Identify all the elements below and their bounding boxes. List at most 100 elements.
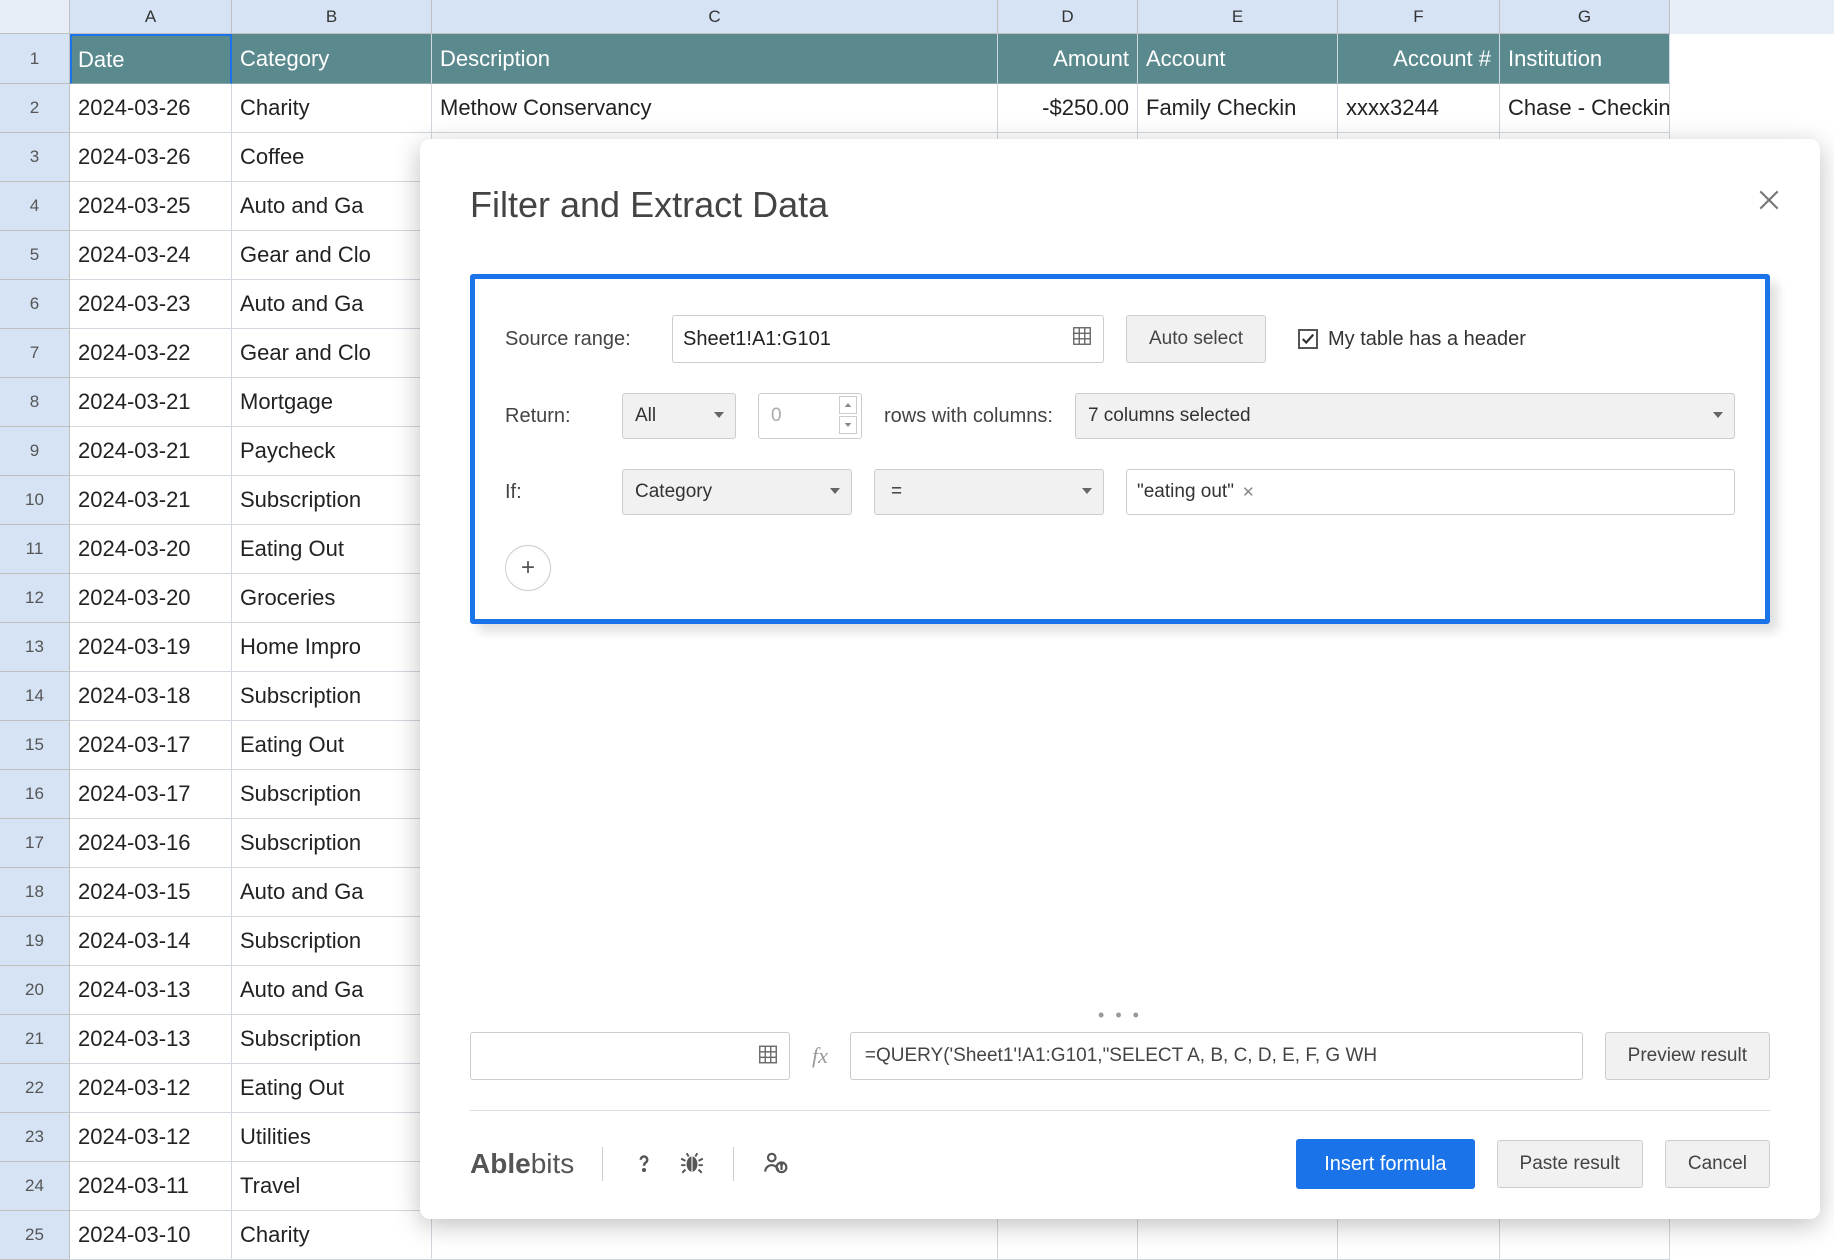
cell-B23[interactable]: Utilities bbox=[232, 1113, 432, 1162]
col-header-B[interactable]: B bbox=[232, 0, 432, 34]
cell-B18[interactable]: Auto and Ga bbox=[232, 868, 432, 917]
cell-B15[interactable]: Eating Out bbox=[232, 721, 432, 770]
spin-up-icon[interactable] bbox=[839, 396, 857, 414]
cell-D2[interactable]: -$250.00 bbox=[998, 84, 1138, 133]
cell-A25[interactable]: 2024-03-10 bbox=[70, 1211, 232, 1260]
row-header-19[interactable]: 19 bbox=[0, 917, 70, 966]
row-header-21[interactable]: 21 bbox=[0, 1015, 70, 1064]
cell-A1[interactable]: Date bbox=[70, 34, 232, 84]
cell-A6[interactable]: 2024-03-23 bbox=[70, 280, 232, 329]
cell-A11[interactable]: 2024-03-20 bbox=[70, 525, 232, 574]
select-range-icon[interactable] bbox=[1071, 325, 1093, 353]
cell-A15[interactable]: 2024-03-17 bbox=[70, 721, 232, 770]
cell-A16[interactable]: 2024-03-17 bbox=[70, 770, 232, 819]
row-header-15[interactable]: 15 bbox=[0, 721, 70, 770]
row-header-7[interactable]: 7 bbox=[0, 329, 70, 378]
cell-B9[interactable]: Paycheck bbox=[232, 427, 432, 476]
row-header-24[interactable]: 24 bbox=[0, 1162, 70, 1211]
cell-B2[interactable]: Charity bbox=[232, 84, 432, 133]
cell-A14[interactable]: 2024-03-18 bbox=[70, 672, 232, 721]
drag-handle-icon[interactable]: • • • bbox=[470, 985, 1770, 1026]
cell-A2[interactable]: 2024-03-26 bbox=[70, 84, 232, 133]
col-header-G[interactable]: G bbox=[1500, 0, 1670, 34]
row-header-10[interactable]: 10 bbox=[0, 476, 70, 525]
cell-A20[interactable]: 2024-03-13 bbox=[70, 966, 232, 1015]
spin-buttons[interactable] bbox=[839, 396, 857, 434]
close-icon[interactable] bbox=[1756, 187, 1782, 216]
row-header-20[interactable]: 20 bbox=[0, 966, 70, 1015]
cell-G2[interactable]: Chase - Checkin bbox=[1500, 84, 1670, 133]
cell-B22[interactable]: Eating Out bbox=[232, 1064, 432, 1113]
condition-value-input[interactable]: "eating out" ✕ bbox=[1126, 469, 1735, 515]
cell-A13[interactable]: 2024-03-19 bbox=[70, 623, 232, 672]
source-range-input[interactable]: Sheet1!A1:G101 bbox=[672, 315, 1104, 363]
row-header-13[interactable]: 13 bbox=[0, 623, 70, 672]
cell-B14[interactable]: Subscription bbox=[232, 672, 432, 721]
cell-A10[interactable]: 2024-03-21 bbox=[70, 476, 232, 525]
row-header-17[interactable]: 17 bbox=[0, 819, 70, 868]
cell-B5[interactable]: Gear and Clo bbox=[232, 231, 432, 280]
row-header-8[interactable]: 8 bbox=[0, 378, 70, 427]
help-icon[interactable] bbox=[631, 1150, 657, 1179]
cell-B16[interactable]: Subscription bbox=[232, 770, 432, 819]
row-header-23[interactable]: 23 bbox=[0, 1113, 70, 1162]
row-header-16[interactable]: 16 bbox=[0, 770, 70, 819]
auto-select-button[interactable]: Auto select bbox=[1126, 315, 1266, 363]
cell-B20[interactable]: Auto and Ga bbox=[232, 966, 432, 1015]
cell-A3[interactable]: 2024-03-26 bbox=[70, 133, 232, 182]
cell-C1[interactable]: Description bbox=[432, 34, 998, 84]
col-header-D[interactable]: D bbox=[998, 0, 1138, 34]
cell-B12[interactable]: Groceries bbox=[232, 574, 432, 623]
cell-B8[interactable]: Mortgage bbox=[232, 378, 432, 427]
cell-G1[interactable]: Institution bbox=[1500, 34, 1670, 84]
return-count-input[interactable]: 0 bbox=[758, 393, 862, 439]
cell-B19[interactable]: Subscription bbox=[232, 917, 432, 966]
cell-F1[interactable]: Account # bbox=[1338, 34, 1500, 84]
condition-operator-select[interactable]: = bbox=[874, 469, 1104, 515]
cell-B7[interactable]: Gear and Clo bbox=[232, 329, 432, 378]
formula-preview[interactable]: =QUERY('Sheet1'!A1:G101,"SELECT A, B, C,… bbox=[850, 1032, 1583, 1080]
cell-B3[interactable]: Coffee bbox=[232, 133, 432, 182]
row-header-4[interactable]: 4 bbox=[0, 182, 70, 231]
cell-A18[interactable]: 2024-03-15 bbox=[70, 868, 232, 917]
cell-A9[interactable]: 2024-03-21 bbox=[70, 427, 232, 476]
row-header-25[interactable]: 25 bbox=[0, 1211, 70, 1260]
condition-field-select[interactable]: Category bbox=[622, 469, 852, 515]
header-checkbox[interactable]: My table has a header bbox=[1298, 328, 1526, 351]
cell-C2[interactable]: Methow Conservancy bbox=[432, 84, 998, 133]
add-condition-button[interactable]: + bbox=[505, 545, 551, 591]
destination-range-input[interactable] bbox=[470, 1032, 790, 1080]
cell-A24[interactable]: 2024-03-11 bbox=[70, 1162, 232, 1211]
cell-B25[interactable]: Charity bbox=[232, 1211, 432, 1260]
cell-A4[interactable]: 2024-03-25 bbox=[70, 182, 232, 231]
cell-A22[interactable]: 2024-03-12 bbox=[70, 1064, 232, 1113]
paste-result-button[interactable]: Paste result bbox=[1497, 1140, 1643, 1188]
account-info-icon[interactable] bbox=[762, 1150, 788, 1179]
cell-D1[interactable]: Amount bbox=[998, 34, 1138, 84]
row-header-2[interactable]: 2 bbox=[0, 84, 70, 133]
cell-A8[interactable]: 2024-03-21 bbox=[70, 378, 232, 427]
cell-A7[interactable]: 2024-03-22 bbox=[70, 329, 232, 378]
cell-B17[interactable]: Subscription bbox=[232, 819, 432, 868]
cell-B4[interactable]: Auto and Ga bbox=[232, 182, 432, 231]
insert-formula-button[interactable]: Insert formula bbox=[1296, 1139, 1474, 1189]
row-header-5[interactable]: 5 bbox=[0, 231, 70, 280]
row-header-18[interactable]: 18 bbox=[0, 868, 70, 917]
cell-A17[interactable]: 2024-03-16 bbox=[70, 819, 232, 868]
cell-B10[interactable]: Subscription bbox=[232, 476, 432, 525]
col-header-A[interactable]: A bbox=[70, 0, 232, 34]
row-header-3[interactable]: 3 bbox=[0, 133, 70, 182]
columns-select[interactable]: 7 columns selected bbox=[1075, 393, 1735, 439]
cell-A19[interactable]: 2024-03-14 bbox=[70, 917, 232, 966]
col-header-F[interactable]: F bbox=[1338, 0, 1500, 34]
col-header-C[interactable]: C bbox=[432, 0, 998, 34]
remove-tag-icon[interactable]: ✕ bbox=[1242, 483, 1255, 501]
cell-A5[interactable]: 2024-03-24 bbox=[70, 231, 232, 280]
cell-B11[interactable]: Eating Out bbox=[232, 525, 432, 574]
cell-A12[interactable]: 2024-03-20 bbox=[70, 574, 232, 623]
col-header-E[interactable]: E bbox=[1138, 0, 1338, 34]
spin-down-icon[interactable] bbox=[839, 416, 857, 434]
cell-B21[interactable]: Subscription bbox=[232, 1015, 432, 1064]
cancel-button[interactable]: Cancel bbox=[1665, 1140, 1770, 1188]
cell-E2[interactable]: Family Checkin bbox=[1138, 84, 1338, 133]
